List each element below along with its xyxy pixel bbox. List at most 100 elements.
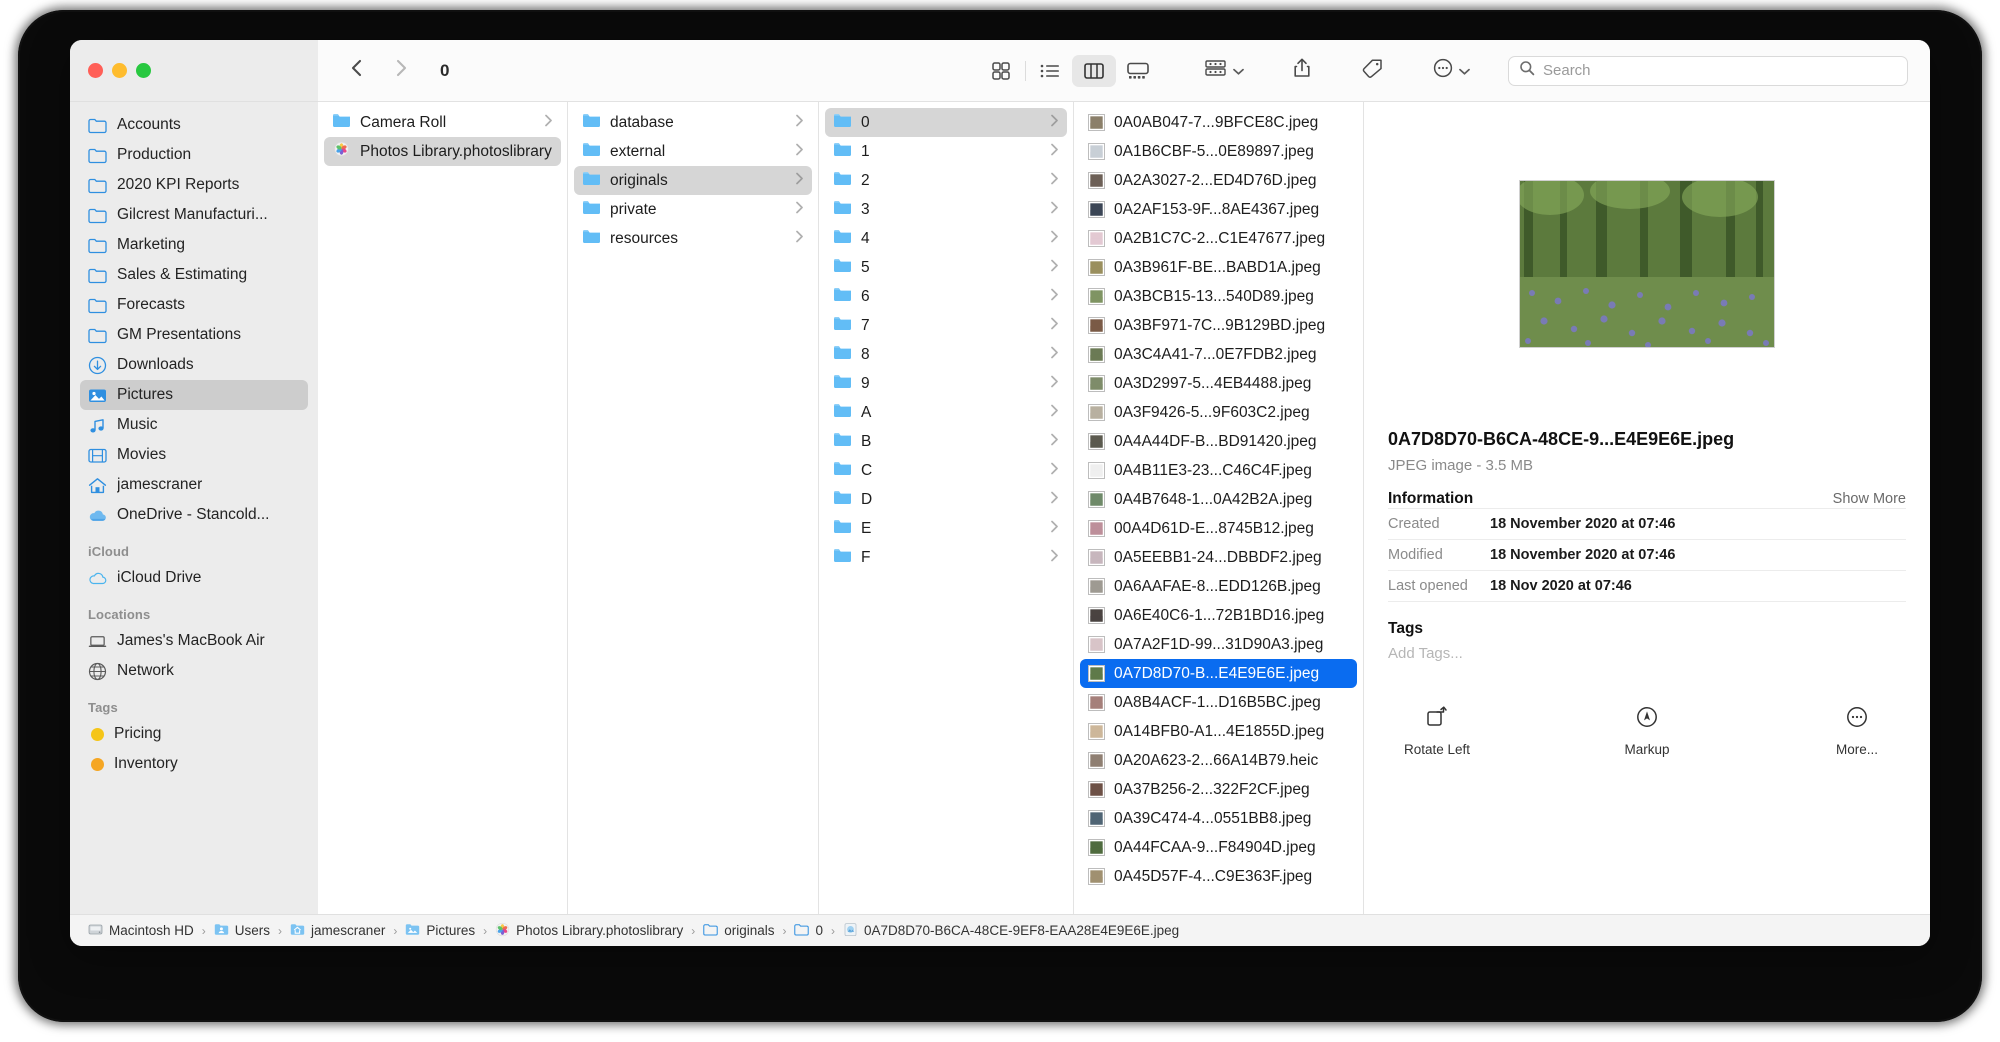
item-label: 0A3F9426-5...9F603C2.jpeg	[1114, 403, 1310, 421]
sidebar-item-forecasts[interactable]: Forecasts	[80, 290, 308, 320]
folder-row[interactable]: B	[825, 427, 1067, 456]
folder-row[interactable]: external	[574, 137, 812, 166]
file-row[interactable]: 0A3F9426-5...9F603C2.jpeg	[1080, 398, 1357, 427]
file-row[interactable]: 0A7D8D70-B...E4E9E6E.jpeg	[1080, 659, 1357, 688]
folder-row[interactable]: 8	[825, 340, 1067, 369]
sidebar-item-gilcrest-manufacturi[interactable]: Gilcrest Manufacturi...	[80, 200, 308, 230]
folder-row[interactable]: originals	[574, 166, 812, 195]
sidebar-item-onedrive-stancold[interactable]: OneDrive - Stancold...	[80, 500, 308, 530]
sidebar-item-2020-kpi-reports[interactable]: 2020 KPI Reports	[80, 170, 308, 200]
column-view-button[interactable]	[1072, 54, 1116, 87]
folder-row[interactable]: 6	[825, 282, 1067, 311]
file-row[interactable]: 0A1B6CBF-5...0E89897.jpeg	[1080, 137, 1357, 166]
folder-row[interactable]: 9	[825, 369, 1067, 398]
minimize-button[interactable]	[112, 63, 127, 78]
sidebar-item-movies[interactable]: Movies	[80, 440, 308, 470]
folder-row[interactable]: F	[825, 543, 1067, 572]
sidebar-item-pricing[interactable]: Pricing	[80, 719, 308, 749]
sidebar-item-network[interactable]: Network	[80, 656, 308, 686]
folder-row[interactable]: C	[825, 456, 1067, 485]
more-actions-button[interactable]	[1428, 55, 1474, 87]
folder-row[interactable]: database	[574, 108, 812, 137]
file-row[interactable]: 0A3D2997-5...4EB4488.jpeg	[1080, 369, 1357, 398]
gallery-view-button[interactable]	[1116, 55, 1160, 87]
breadcrumb-item[interactable]: Photos Library.photoslibrary	[495, 922, 683, 940]
more-action[interactable]: More...	[1814, 704, 1900, 757]
sidebar-item-marketing[interactable]: Marketing	[80, 230, 308, 260]
share-button[interactable]	[1288, 55, 1316, 87]
folder-row[interactable]: 1	[825, 137, 1067, 166]
file-row[interactable]: 0A3BF971-7C...9B129BD.jpeg	[1080, 311, 1357, 340]
breadcrumb-item[interactable]: Macintosh HD	[88, 922, 194, 940]
close-button[interactable]	[88, 63, 103, 78]
sidebar-item-downloads[interactable]: Downloads	[80, 350, 308, 380]
sidebar-item-pictures[interactable]: Pictures	[80, 380, 308, 410]
file-row[interactable]: 0A14BFB0-A1...4E1855D.jpeg	[1080, 717, 1357, 746]
sidebar-item-sales-estimating[interactable]: Sales & Estimating	[80, 260, 308, 290]
folder-row[interactable]: 7	[825, 311, 1067, 340]
file-row[interactable]: 0A2A3027-2...ED4D76D.jpeg	[1080, 166, 1357, 195]
file-row[interactable]: 0A45D57F-4...C9E363F.jpeg	[1080, 862, 1357, 891]
folder-row[interactable]: Photos Library.photoslibrary	[324, 137, 561, 166]
breadcrumb-item[interactable]: jamescraner	[290, 922, 385, 940]
rotate-left-action[interactable]: Rotate Left	[1394, 704, 1480, 757]
file-row[interactable]: 0A4B11E3-23...C46C4F.jpeg	[1080, 456, 1357, 485]
sidebar-item-music[interactable]: Music	[80, 410, 308, 440]
sidebar-item-accounts[interactable]: Accounts	[80, 110, 308, 140]
search-field[interactable]	[1508, 55, 1908, 86]
folder-row[interactable]: 5	[825, 253, 1067, 282]
sidebar-item-gm-presentations[interactable]: GM Presentations	[80, 320, 308, 350]
folder-row[interactable]: resources	[574, 224, 812, 253]
folder-row[interactable]: D	[825, 485, 1067, 514]
file-row[interactable]: 0A0AB047-7...9BFCE8C.jpeg	[1080, 108, 1357, 137]
add-tag-button[interactable]	[1356, 55, 1388, 87]
file-row[interactable]: 0A44FCAA-9...F84904D.jpeg	[1080, 833, 1357, 862]
breadcrumb-item[interactable]: 0A7D8D70-B6CA-48CE-9EF8-EAA28E4E9E6E.jpe…	[843, 922, 1179, 940]
folder-row[interactable]: 4	[825, 224, 1067, 253]
file-row[interactable]: 0A7A2F1D-99...31D90A3.jpeg	[1080, 630, 1357, 659]
zoom-button[interactable]	[136, 63, 151, 78]
file-row[interactable]: 0A3C4A41-7...0E7FDB2.jpeg	[1080, 340, 1357, 369]
sidebar-item-icloud-drive[interactable]: iCloud Drive	[80, 563, 308, 593]
file-row[interactable]: 0A5EEBB1-24...DBBDF2.jpeg	[1080, 543, 1357, 572]
back-button[interactable]	[346, 57, 368, 84]
sidebar-item-inventory[interactable]: Inventory	[80, 749, 308, 779]
file-row[interactable]: 0A6AAFAE-8...EDD126B.jpeg	[1080, 572, 1357, 601]
file-row[interactable]: 0A3BCB15-13...540D89.jpeg	[1080, 282, 1357, 311]
forward-button[interactable]	[390, 57, 412, 84]
file-row[interactable]: 0A37B256-2...322F2CF.jpeg	[1080, 775, 1357, 804]
file-row[interactable]: 0A20A623-2...66A14B79.heic	[1080, 746, 1357, 775]
item-label: 0A44FCAA-9...F84904D.jpeg	[1114, 838, 1316, 856]
file-row[interactable]: 0A6E40C6-1...72B1BD16.jpeg	[1080, 601, 1357, 630]
file-row[interactable]: 0A4B7648-1...0A42B2A.jpeg	[1080, 485, 1357, 514]
list-view-button[interactable]	[1028, 55, 1072, 87]
folder-row[interactable]: Camera Roll	[324, 108, 561, 137]
group-by-button[interactable]	[1200, 55, 1248, 87]
item-label: A	[861, 403, 872, 421]
sidebar-item-jamescraner[interactable]: jamescraner	[80, 470, 308, 500]
file-row[interactable]: 00A4D61D-E...8745B12.jpeg	[1080, 514, 1357, 543]
file-row[interactable]: 0A39C474-4...0551BB8.jpeg	[1080, 804, 1357, 833]
add-tags-field[interactable]: Add Tags...	[1388, 645, 1906, 662]
file-row[interactable]: 0A2B1C7C-2...C1E47677.jpeg	[1080, 224, 1357, 253]
search-input[interactable]	[1543, 62, 1897, 79]
breadcrumb-item[interactable]: originals	[703, 922, 774, 940]
breadcrumb-item[interactable]: 0	[794, 922, 823, 940]
sidebar-item-james-s-macbook-air[interactable]: James's MacBook Air	[80, 626, 308, 656]
file-row[interactable]: 0A8B4ACF-1...D16B5BC.jpeg	[1080, 688, 1357, 717]
file-row[interactable]: 0A2AF153-9F...8AE4367.jpeg	[1080, 195, 1357, 224]
show-more-button[interactable]: Show More	[1833, 491, 1906, 507]
markup-action[interactable]: Markup	[1604, 704, 1690, 757]
icon-view-button[interactable]	[979, 55, 1023, 87]
folder-row[interactable]: 0	[825, 108, 1067, 137]
folder-row[interactable]: private	[574, 195, 812, 224]
breadcrumb-item[interactable]: Pictures	[405, 922, 475, 940]
sidebar-item-production[interactable]: Production	[80, 140, 308, 170]
file-row[interactable]: 0A4A44DF-B...BD91420.jpeg	[1080, 427, 1357, 456]
folder-row[interactable]: A	[825, 398, 1067, 427]
folder-row[interactable]: 3	[825, 195, 1067, 224]
file-row[interactable]: 0A3B961F-BE...BABD1A.jpeg	[1080, 253, 1357, 282]
folder-row[interactable]: 2	[825, 166, 1067, 195]
breadcrumb-item[interactable]: Users	[214, 922, 270, 940]
folder-row[interactable]: E	[825, 514, 1067, 543]
